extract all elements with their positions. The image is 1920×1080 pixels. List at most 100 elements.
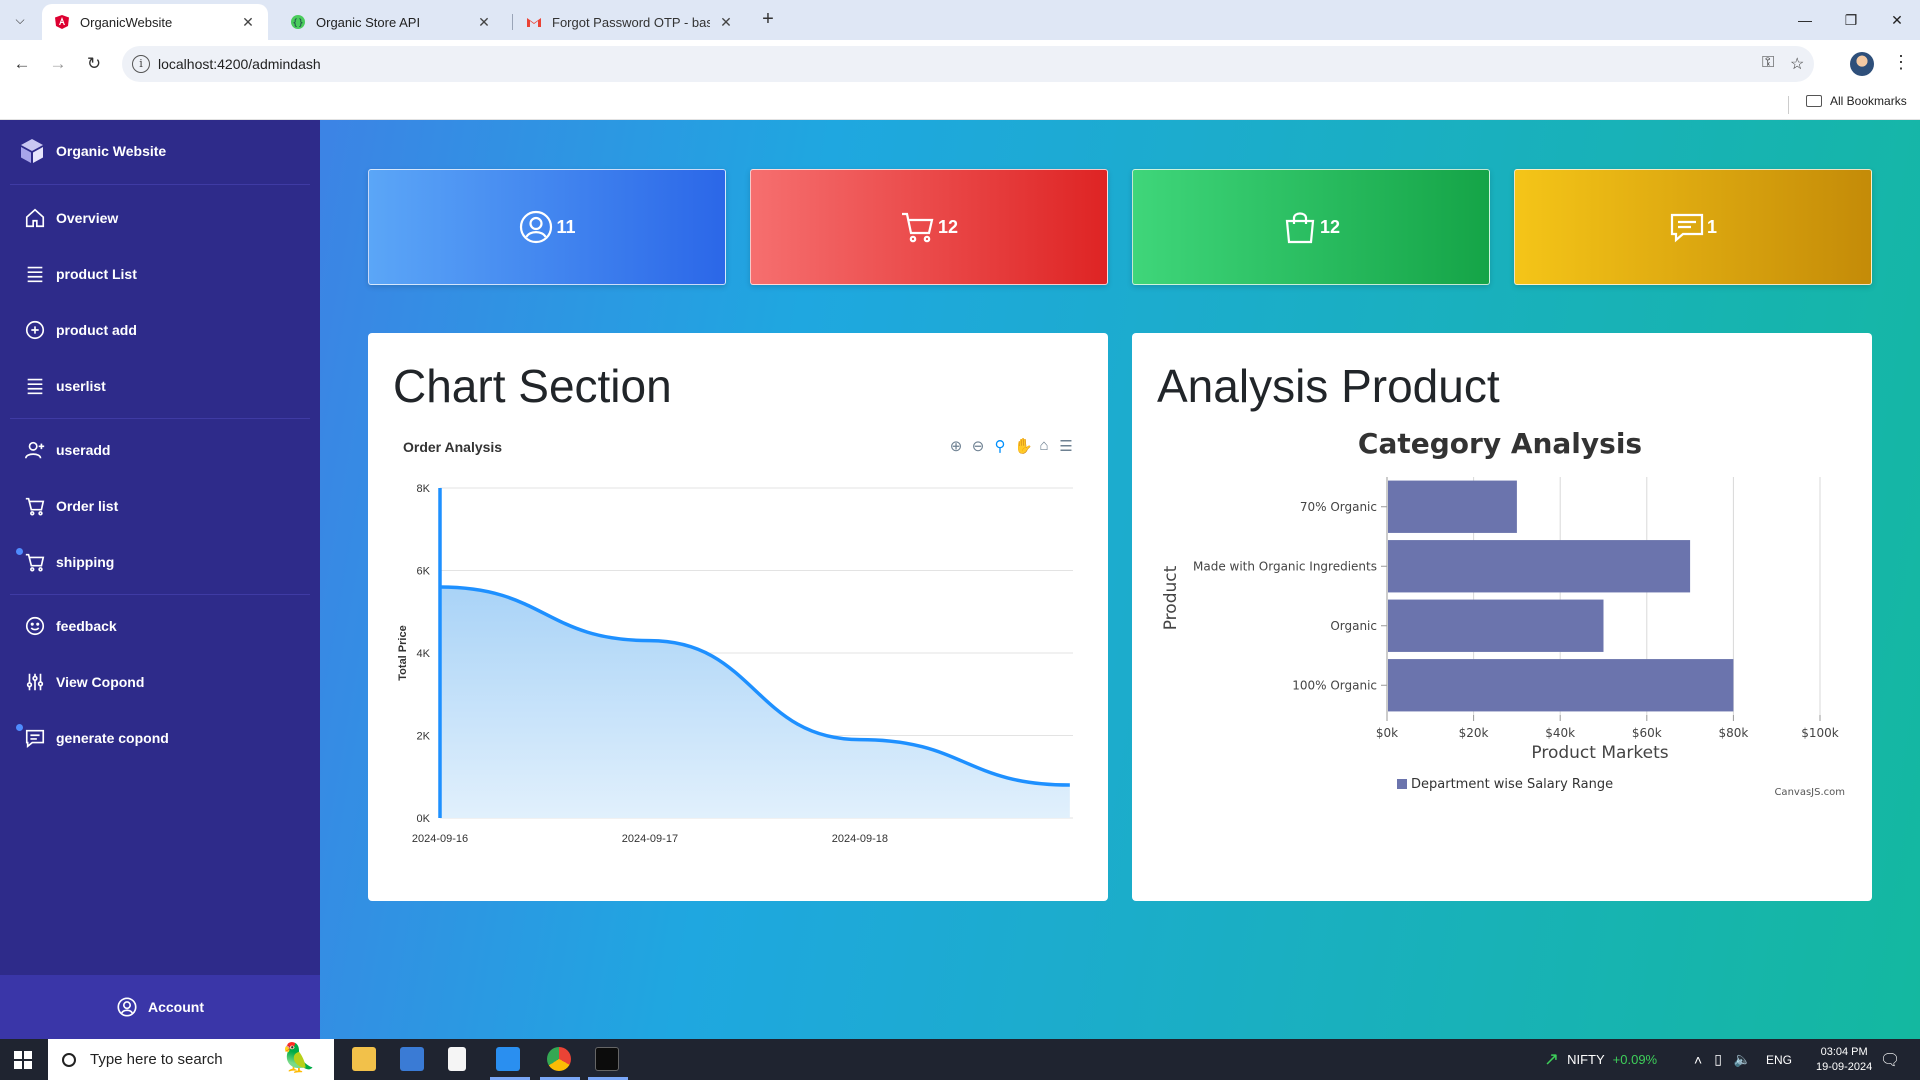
tab-search-dropdown[interactable]: ⌵: [6, 8, 34, 32]
sidebar-item-label: generate copond: [56, 730, 169, 746]
tab-organic-store-api[interactable]: {} Organic Store API ✕: [278, 4, 504, 40]
cart-icon: [901, 212, 934, 243]
minimize-button[interactable]: —: [1782, 6, 1828, 34]
sidebar-item-label: shipping: [56, 554, 115, 570]
volume-icon[interactable]: 🔈: [1734, 1051, 1751, 1068]
notification-dot: [16, 548, 23, 555]
restore-button[interactable]: ❐: [1828, 6, 1874, 34]
account-button[interactable]: Account: [0, 975, 320, 1039]
star-icon[interactable]: ☆: [1790, 54, 1804, 74]
cube-logo-icon: [21, 139, 43, 163]
clock[interactable]: 03:04 PM 19-09-2024: [1816, 1039, 1872, 1080]
browser-menu-icon[interactable]: ⋮: [1892, 52, 1910, 73]
sidebar-item-view-copond[interactable]: View Copond: [24, 670, 144, 694]
x-tick-label: $0k: [1376, 726, 1398, 740]
bar[interactable]: [1388, 599, 1604, 652]
bar[interactable]: [1388, 540, 1691, 593]
site-info-icon[interactable]: i: [132, 55, 150, 73]
angular-icon: [55, 15, 69, 29]
plus-circle-icon: [25, 320, 45, 340]
sidebar-item-shipping[interactable]: shipping: [24, 550, 114, 574]
sidebar-item-label: useradd: [56, 442, 111, 458]
close-icon[interactable]: ✕: [718, 14, 734, 31]
sidebar-divider: [10, 594, 310, 595]
windows-taskbar: Type here to search 🦜 ↗ NIFTY +0.09% ˄ ▯…: [0, 1039, 1920, 1080]
terminal-icon[interactable]: [595, 1047, 619, 1071]
vscode-icon[interactable]: [496, 1047, 520, 1071]
x-tick-label: 2024-09-18: [832, 833, 888, 845]
system-tray[interactable]: ˄ ▯ 🔈: [1694, 1039, 1751, 1080]
store-icon[interactable]: [400, 1047, 424, 1071]
network-icon[interactable]: ▯: [1714, 1051, 1722, 1068]
chrome-icon[interactable]: [547, 1047, 571, 1071]
tab-title: OrganicWebsite: [80, 14, 173, 30]
browser-toolbar: ← → ↻ i localhost:4200/admindash ⚿ ☆ ⋮: [0, 40, 1920, 88]
x-tick-label: 2024-09-17: [622, 833, 678, 845]
chart-title: Category Analysis: [1358, 427, 1642, 460]
stat-card-feedback[interactable]: 1: [1514, 169, 1872, 285]
tab-organic-website[interactable]: OrganicWebsite ✕: [42, 4, 268, 40]
legend-label[interactable]: Department wise Salary Range: [1411, 777, 1613, 792]
new-tab-button[interactable]: +: [756, 8, 780, 32]
key-icon[interactable]: ⚿: [1762, 54, 1774, 72]
stat-card-orders[interactable]: 12: [750, 169, 1108, 285]
brand[interactable]: Organic Website: [20, 138, 166, 164]
stat-card-products[interactable]: 12: [1132, 169, 1490, 285]
chart-section-card: Chart Section Order Analysis ⊕ ⊖ ⚲ ✋ ⌂ ☰…: [368, 333, 1108, 901]
y-tick-label: 8K: [417, 483, 431, 495]
sidebar-item-label: product List: [56, 266, 137, 282]
search-placeholder: Type here to search: [90, 1051, 223, 1068]
tab-separator: [512, 14, 513, 30]
clock-time: 03:04 PM: [1820, 1045, 1868, 1058]
stat-card-users[interactable]: 11: [368, 169, 726, 285]
area-fill: [440, 587, 1070, 818]
close-icon[interactable]: ✕: [476, 14, 492, 31]
ticker-change: +0.09%: [1612, 1052, 1658, 1067]
sidebar-item-feedback[interactable]: feedback: [24, 614, 117, 638]
windows-start-icon[interactable]: [14, 1051, 32, 1069]
sidebar-divider: [10, 184, 310, 185]
sidebar-item-product-list[interactable]: product List: [24, 262, 137, 286]
sidebar-item-userlist[interactable]: userlist: [24, 374, 106, 398]
sidebar-divider: [10, 418, 310, 419]
chart-credit[interactable]: CanvasJS.com: [1774, 787, 1845, 798]
message-icon: [25, 729, 45, 748]
ticker-name: NIFTY: [1567, 1052, 1605, 1067]
reload-button[interactable]: ↻: [82, 52, 106, 76]
sidebar-item-order-list[interactable]: Order list: [24, 494, 118, 518]
file-icon[interactable]: [448, 1047, 466, 1071]
taskbar-search[interactable]: Type here to search 🦜: [48, 1039, 334, 1080]
tab-forgot-password[interactable]: Forgot Password OTP - basilaha ✕: [514, 4, 746, 40]
category-label: 100% Organic: [1292, 678, 1377, 692]
back-button[interactable]: ←: [10, 52, 34, 76]
forward-button[interactable]: →: [46, 52, 70, 76]
all-bookmarks-button[interactable]: All Bookmarks: [1806, 94, 1907, 108]
svg-text:{}: {}: [292, 19, 303, 29]
bar[interactable]: [1388, 480, 1517, 533]
gmail-icon: [527, 18, 541, 27]
profile-avatar[interactable]: [1850, 52, 1874, 76]
url-text: localhost:4200/admindash: [158, 56, 321, 72]
sidebar-item-useradd[interactable]: useradd: [24, 438, 110, 462]
file-explorer-icon[interactable]: [352, 1047, 376, 1071]
close-window-button[interactable]: ✕: [1874, 6, 1920, 34]
user-circle-icon: [520, 210, 553, 244]
chevron-up-icon[interactable]: ˄: [1694, 1052, 1702, 1068]
notifications-icon[interactable]: 🗨: [1880, 1039, 1900, 1080]
address-bar[interactable]: i localhost:4200/admindash ⚿ ☆: [122, 46, 1814, 82]
sidebar-item-label: userlist: [56, 378, 106, 394]
folder-icon: [1806, 95, 1822, 107]
tab-title: Forgot Password OTP - basilaha: [552, 14, 710, 30]
bar[interactable]: [1388, 659, 1734, 712]
close-icon[interactable]: ✕: [240, 14, 256, 31]
stat-value: 12: [937, 216, 959, 237]
sidebar-item-product-add[interactable]: product add: [24, 318, 137, 342]
x-axis-label: Product Markets: [1531, 743, 1668, 763]
language-indicator[interactable]: ENG: [1766, 1039, 1792, 1080]
account-label: Account: [148, 999, 204, 1015]
admin-dashboard: Organic Website Overview product List pr…: [0, 120, 1920, 1039]
stock-widget[interactable]: ↗ NIFTY +0.09%: [1544, 1039, 1657, 1080]
sidebar-item-label: View Copond: [56, 674, 145, 690]
sidebar-item-overview[interactable]: Overview: [24, 206, 118, 230]
sidebar-item-generate-copond[interactable]: generate copond: [24, 726, 169, 750]
